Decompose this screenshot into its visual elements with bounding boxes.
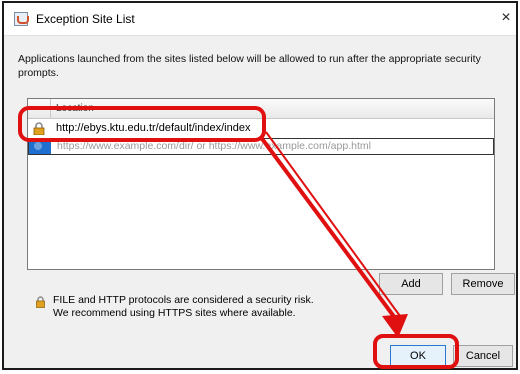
remove-button[interactable]: Remove [451,273,515,295]
description-text: Applications launched from the sites lis… [18,53,481,79]
table-row[interactable]: http://ebys.ktu.edu.tr/default/index/ind… [28,120,494,137]
dialog-content: Applications launched from the sites lis… [4,35,516,368]
new-site-input[interactable]: https://www.example.com/dir/ or https://… [57,140,371,152]
close-button[interactable]: × [496,7,516,29]
security-warning: FILE and HTTP protocols are considered a… [53,294,373,320]
site-list-table: Location http://ebys.ktu.edu.tr/default/… [27,98,495,270]
title-bar: Exception Site List × [4,3,516,35]
edit-icon [29,139,51,154]
table-header: Location [28,99,494,119]
table-row-editing[interactable]: https://www.example.com/dir/ or https://… [28,138,494,155]
exception-site-list-dialog: Exception Site List × Applications launc… [2,1,518,370]
window-title: Exception Site List [36,12,135,26]
ok-button[interactable]: OK [390,345,446,367]
location-column-header[interactable]: Location [56,103,94,114]
java-icon [14,12,29,26]
cancel-button[interactable]: Cancel [453,345,513,367]
column-separator [50,99,51,119]
site-url[interactable]: http://ebys.ktu.edu.tr/default/index/ind… [56,122,250,134]
warning-line-2: We recommend using HTTPS sites where ava… [53,307,296,319]
warning-line-1: FILE and HTTP protocols are considered a… [53,294,314,306]
add-button[interactable]: Add [379,273,443,295]
lock-icon [33,122,45,135]
lock-warning-icon [36,296,45,308]
